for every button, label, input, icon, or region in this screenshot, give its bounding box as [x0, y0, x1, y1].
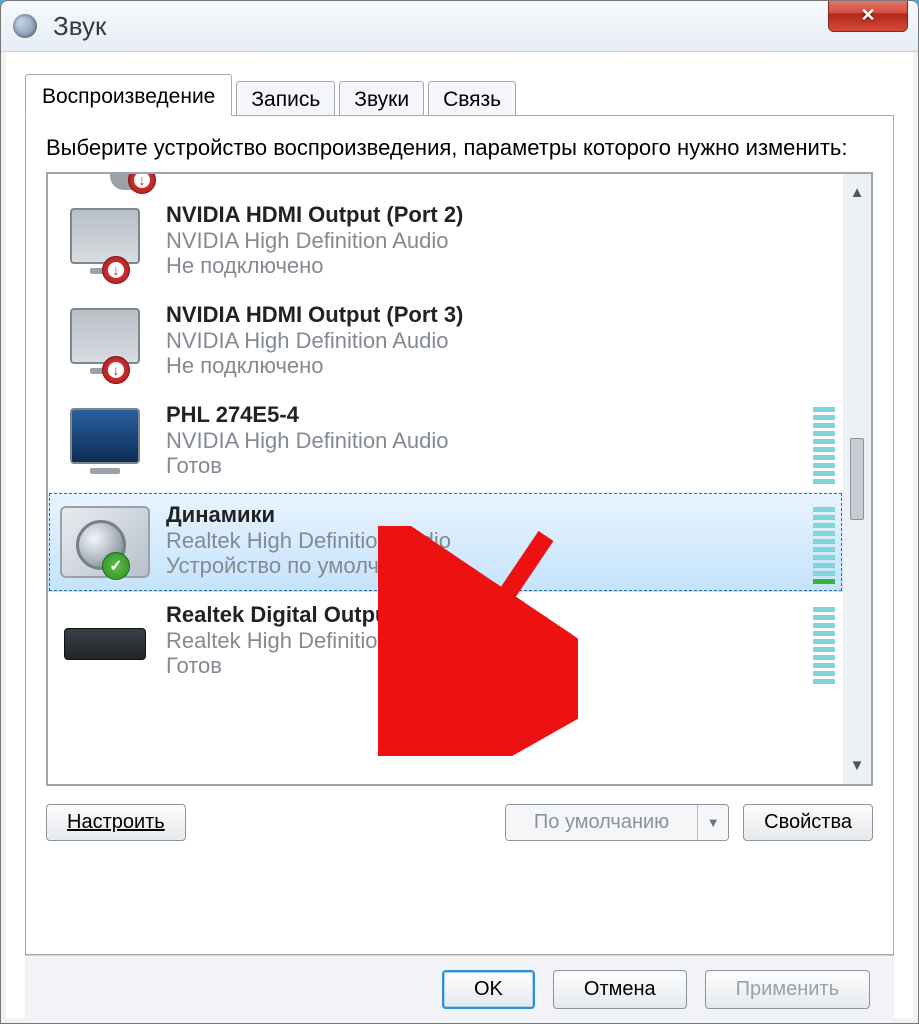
device-status: Готов [166, 653, 827, 679]
close-icon: ✕ [860, 5, 875, 26]
scroll-down-icon[interactable]: ▼ [850, 757, 865, 774]
device-driver: NVIDIA High Definition Audio [166, 428, 827, 453]
device-item[interactable]: NVIDIA HDMI Output (Port 2) NVIDIA High … [48, 192, 843, 292]
set-default-split-button[interactable]: По умолчанию ▼ [505, 804, 729, 841]
device-status: Не подключено [166, 353, 827, 379]
apply-button[interactable]: Применить [705, 970, 870, 1009]
tab-recording[interactable]: Запись [236, 81, 335, 116]
partial-device-icon [110, 174, 150, 190]
window-title: Звук [53, 11, 106, 42]
level-meter-icon [813, 502, 835, 584]
status-down-icon [102, 356, 130, 384]
scroll-up-icon[interactable]: ▲ [850, 184, 865, 201]
chevron-down-icon[interactable]: ▼ [698, 805, 728, 840]
properties-button[interactable]: Свойства [743, 804, 873, 841]
device-item[interactable]: PHL 274E5-4 NVIDIA High Definition Audio… [48, 392, 843, 492]
scrollbar[interactable]: ▲ ▼ [843, 174, 871, 784]
close-button[interactable]: ✕ [828, 0, 908, 32]
device-list: NVIDIA HDMI Output (Port 2) NVIDIA High … [48, 174, 843, 784]
set-default-label[interactable]: По умолчанию [506, 805, 698, 840]
device-item[interactable]: Динамики Realtek High Definition Audio У… [48, 492, 843, 592]
device-title: Realtek Digital Output [166, 602, 827, 628]
device-item[interactable]: Realtek Digital Output Realtek High Defi… [48, 592, 843, 692]
device-status: Устройство по умолчанию [166, 553, 827, 579]
tab-playback[interactable]: Воспроизведение [25, 74, 232, 116]
device-title: Динамики [166, 502, 827, 528]
speaker-icon [56, 502, 154, 582]
ok-button[interactable]: OK [442, 970, 535, 1009]
device-status: Готов [166, 453, 827, 479]
cancel-button[interactable]: Отмена [553, 970, 687, 1009]
device-title: NVIDIA HDMI Output (Port 2) [166, 202, 827, 228]
monitor-icon [56, 302, 154, 382]
device-driver: Realtek High Definition Audio [166, 628, 827, 653]
panel-button-row: Настроить По умолчанию ▼ Свойства [46, 804, 873, 841]
level-meter-icon [813, 602, 835, 684]
device-driver: Realtek High Definition Audio [166, 528, 827, 553]
device-list-container: NVIDIA HDMI Output (Port 2) NVIDIA High … [46, 172, 873, 786]
tab-communications[interactable]: Связь [428, 81, 516, 116]
title-bar: Звук ✕ [1, 1, 918, 52]
scroll-thumb[interactable] [850, 438, 864, 520]
configure-button[interactable]: Настроить [46, 804, 186, 841]
sound-dialog: Звук ✕ Воспроизведение Запись Звуки Связ… [0, 0, 919, 1024]
device-title: NVIDIA HDMI Output (Port 3) [166, 302, 827, 328]
digital-output-icon [56, 602, 154, 682]
playback-panel: Выберите устройство воспроизведения, пар… [25, 115, 894, 955]
dialog-content: Воспроизведение Запись Звуки Связь Выбер… [1, 51, 918, 1023]
tab-sounds[interactable]: Звуки [339, 81, 424, 116]
device-driver: NVIDIA High Definition Audio [166, 228, 827, 253]
instruction-text: Выберите устройство воспроизведения, пар… [46, 134, 873, 162]
tab-bar: Воспроизведение Запись Звуки Связь [25, 71, 894, 115]
default-check-icon [102, 552, 130, 580]
level-meter-icon [813, 402, 835, 484]
status-down-icon [102, 256, 130, 284]
monitor-icon [56, 202, 154, 282]
device-status: Не подключено [166, 253, 827, 279]
device-item[interactable]: NVIDIA HDMI Output (Port 3) NVIDIA High … [48, 292, 843, 392]
dialog-button-row: OK Отмена Применить [25, 955, 894, 1023]
monitor-icon [56, 402, 154, 482]
device-driver: NVIDIA High Definition Audio [166, 328, 827, 353]
speaker-app-icon [13, 14, 37, 38]
device-title: PHL 274E5-4 [166, 402, 827, 428]
